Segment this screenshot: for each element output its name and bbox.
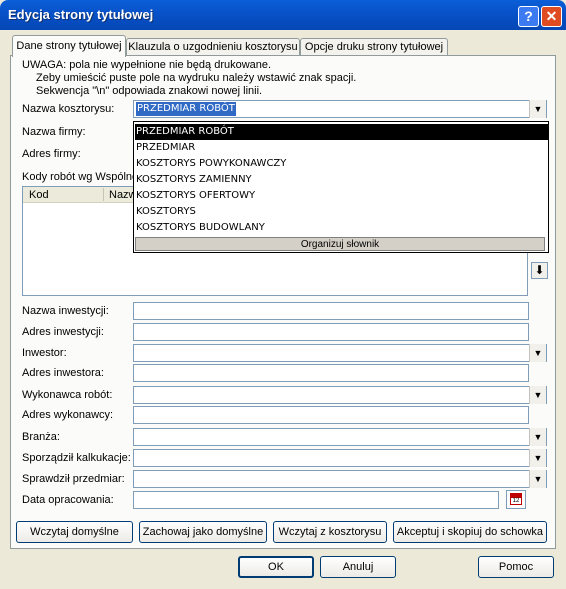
notice-line-1: UWAGA: pola nie wypełnione nie będą druk… (22, 59, 272, 71)
ok-button[interactable]: OK (238, 556, 314, 578)
load-from-kosztorys-button[interactable]: Wczytaj z kosztorysu (273, 521, 387, 543)
wykonawca-combo[interactable]: ▼ (133, 386, 547, 404)
dropdown-option[interactable]: KOSZTORYS OFERTOWY (135, 188, 548, 204)
notice-line-2: Zeby umieścić puste pole na wydruku nale… (36, 72, 357, 84)
sporzadzil-label: Sporządził kalkukacje: (22, 452, 131, 464)
nazwa-kosztorysu-dropdown: PRZEDMIAR ROBÓT PRZEDMIAR KOSZTORYS POWY… (133, 121, 549, 253)
data-label: Data opracowania: (22, 494, 114, 506)
adres-inwestora-input[interactable] (133, 364, 529, 382)
adres-firmy-label: Adres firmy: (22, 148, 81, 160)
chevron-down-icon[interactable]: ▼ (529, 428, 546, 446)
adres-inwestycji-input[interactable] (133, 323, 529, 341)
wykonawca-label: Wykonawca robót: (22, 389, 113, 401)
tab-klauzula[interactable]: Klauzula o uzgodnieniu kosztorysu (126, 38, 300, 56)
save-default-button[interactable]: Zachowaj jako domyślne (139, 521, 267, 543)
kody-label: Kody robót wg Wspólne (22, 171, 139, 183)
column-divider (103, 188, 104, 201)
chevron-down-icon[interactable]: ▼ (529, 344, 546, 362)
arrow-down-icon[interactable]: ⬇ (531, 262, 548, 279)
help-button[interactable]: ? (518, 6, 539, 27)
adres-wykonawcy-label: Adres wykonawcy: (22, 409, 114, 421)
sprawdzil-label: Sprawdził przedmiar: (22, 473, 125, 485)
calendar-icon[interactable]: 12 (506, 490, 526, 509)
notice-line-3: Sekwencja "\n" odpowiada znakowi nowej l… (36, 85, 263, 97)
dropdown-option[interactable]: KOSZTORYS POWYKONAWCZY (135, 156, 548, 172)
inwestor-label: Inwestor: (22, 347, 67, 359)
cancel-button[interactable]: Anuluj (320, 556, 396, 578)
dropdown-option[interactable]: PRZEDMIAR ROBÓT (135, 124, 548, 140)
chevron-down-icon[interactable]: ▼ (529, 100, 546, 118)
adres-inwestycji-label: Adres inwestycji: (22, 326, 104, 338)
tab-dane-strony[interactable]: Dane strony tytułowej (12, 35, 126, 57)
chevron-down-icon[interactable]: ▼ (529, 470, 546, 488)
window-title: Edycja strony tytułowej (8, 7, 154, 22)
sprawdzil-combo[interactable]: ▼ (133, 470, 547, 488)
chevron-down-icon[interactable]: ▼ (529, 386, 546, 404)
data-input[interactable] (133, 491, 499, 509)
adres-wykonawcy-input[interactable] (133, 406, 529, 424)
branza-combo[interactable]: ▼ (133, 428, 547, 446)
nazwa-inwestycji-label: Nazwa inwestycji: (22, 305, 109, 317)
organizuj-slownik-button[interactable]: Organizuj słownik (135, 237, 545, 251)
adres-inwestora-label: Adres inwestora: (22, 367, 104, 379)
branza-label: Branża: (22, 431, 60, 443)
nazwa-firmy-label: Nazwa firmy: (22, 126, 86, 138)
column-kod[interactable]: Kod (29, 189, 49, 201)
close-button[interactable]: ✕ (541, 6, 562, 27)
inwestor-combo[interactable]: ▼ (133, 344, 547, 362)
tab-opcje-druku[interactable]: Opcje druku strony tytułowej (300, 38, 448, 56)
dropdown-option[interactable]: KOSZTORYS ZAMIENNY (135, 172, 548, 188)
dropdown-option[interactable]: KOSZTORYS BUDOWLANY (135, 220, 548, 236)
accept-copy-button[interactable]: Akceptuj i skopiuj do schowka (393, 521, 547, 543)
load-default-button[interactable]: Wczytaj domyślne (16, 521, 133, 543)
nazwa-kosztorysu-label: Nazwa kosztorysu: (22, 103, 115, 115)
chevron-down-icon[interactable]: ▼ (529, 449, 546, 467)
dropdown-option[interactable]: KOSZTORYS (135, 204, 548, 220)
nazwa-kosztorysu-combo[interactable]: PRZEDMIAR ROBÓT ▼ (133, 100, 547, 118)
nazwa-kosztorysu-value: PRZEDMIAR ROBÓT (136, 102, 236, 116)
help-footer-button[interactable]: Pomoc (478, 556, 554, 578)
sporzadzil-combo[interactable]: ▼ (133, 449, 547, 467)
dropdown-option[interactable]: PRZEDMIAR (135, 140, 548, 156)
nazwa-inwestycji-input[interactable] (133, 302, 529, 320)
